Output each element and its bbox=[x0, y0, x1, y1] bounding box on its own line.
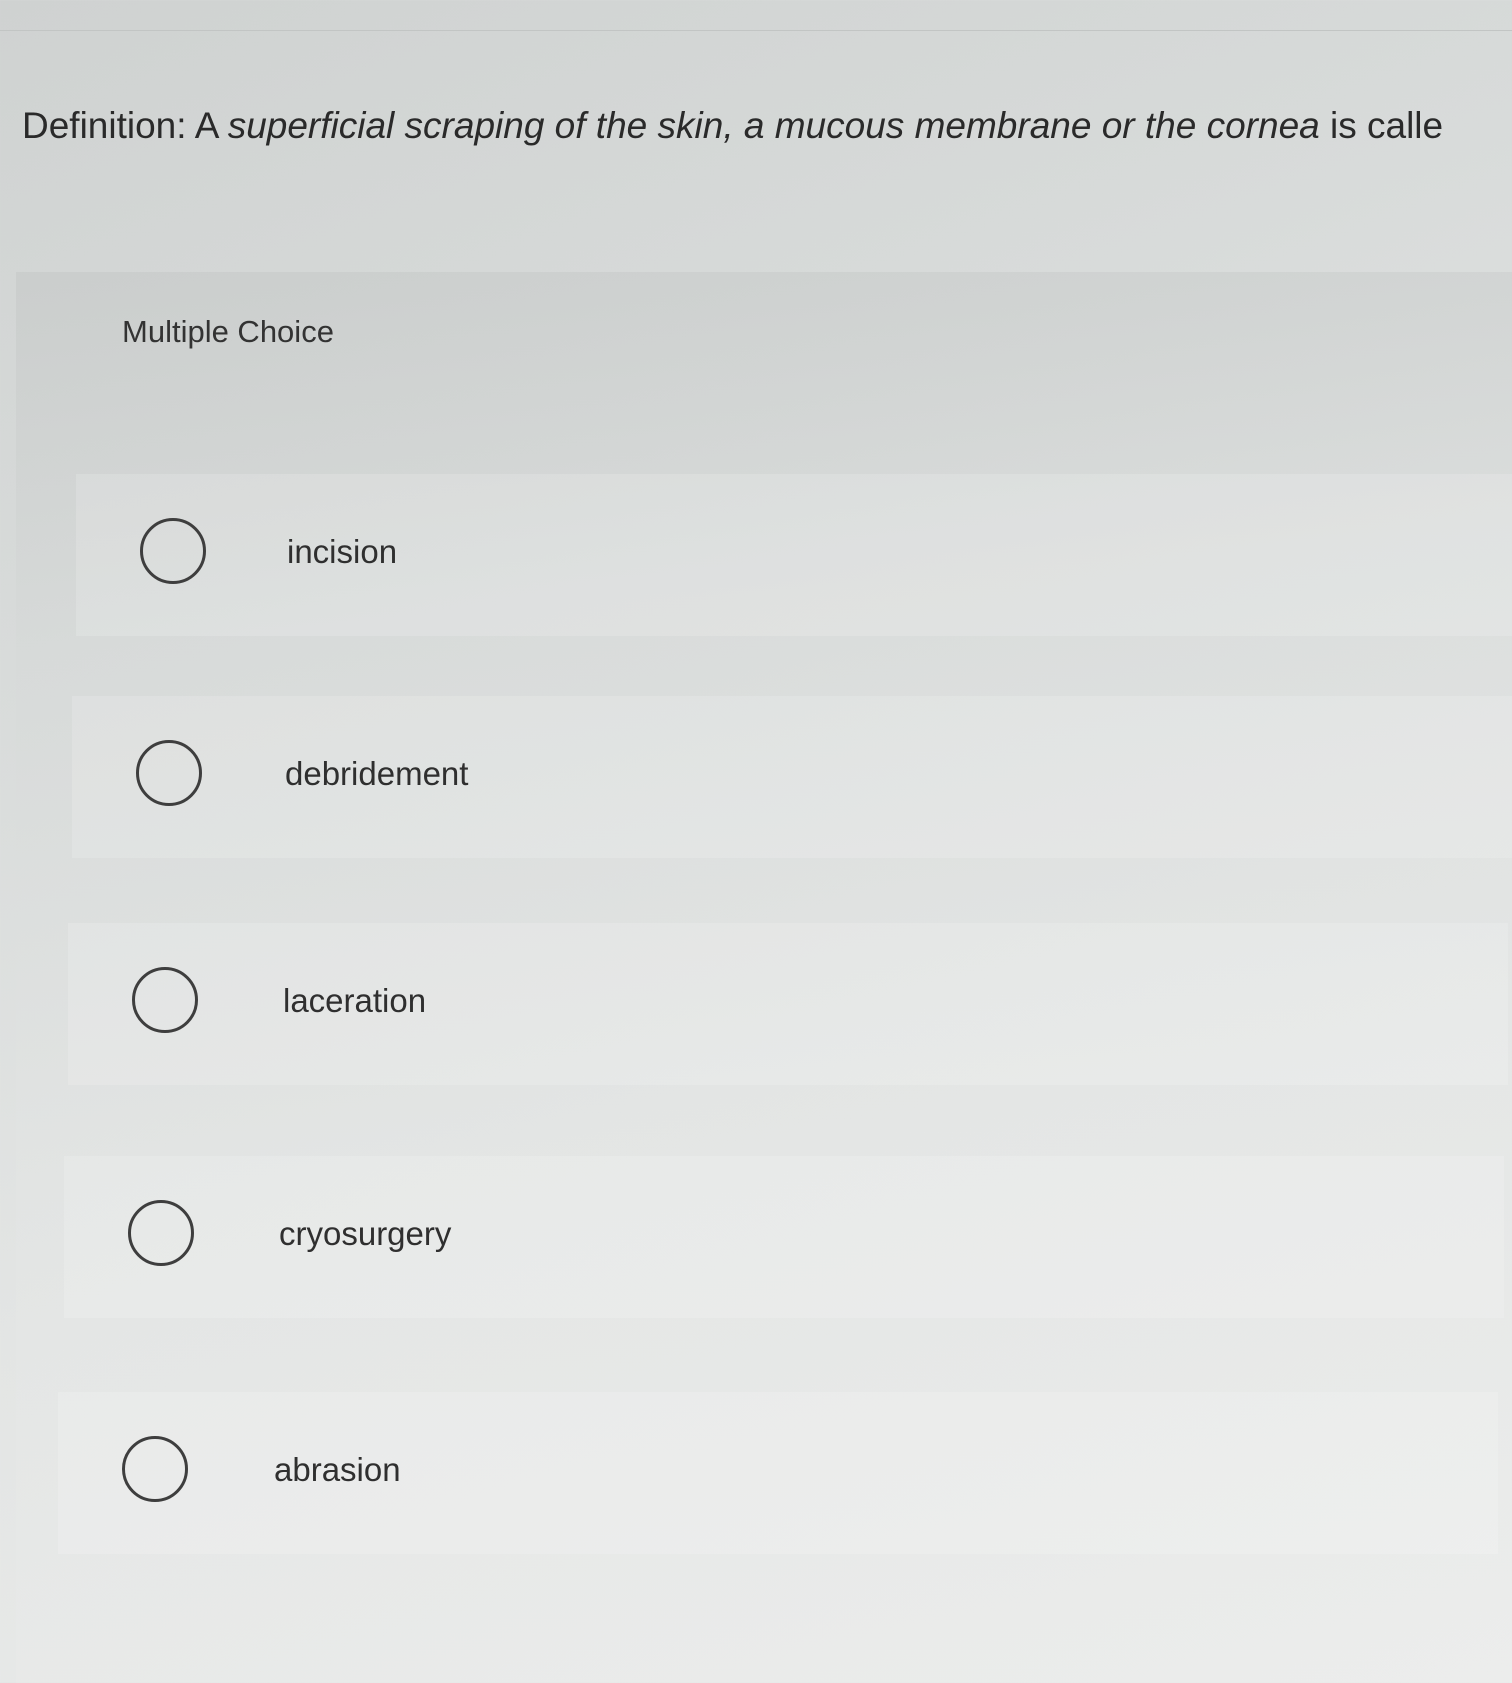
radio-button-icon[interactable] bbox=[136, 740, 202, 806]
answer-option-label: laceration bbox=[283, 982, 427, 1019]
answer-option-label: incision bbox=[287, 533, 398, 570]
answer-option[interactable]: laceration bbox=[68, 923, 1508, 1085]
answer-option-label: abrasion bbox=[274, 1451, 401, 1488]
answer-option[interactable]: abrasion bbox=[58, 1392, 1498, 1554]
question-definition-italic: superficial scraping of the skin, a muco… bbox=[227, 105, 1320, 146]
answer-option[interactable]: debridement bbox=[72, 696, 1512, 858]
radio-button-icon[interactable] bbox=[140, 518, 206, 584]
answer-option-label: cryosurgery bbox=[279, 1215, 452, 1252]
question-suffix: is calle bbox=[1319, 105, 1444, 146]
radio-button-icon[interactable] bbox=[128, 1200, 194, 1266]
top-divider bbox=[0, 30, 1512, 31]
radio-button-icon[interactable] bbox=[122, 1436, 188, 1502]
question-type-label: Multiple Choice bbox=[122, 314, 334, 349]
radio-button-icon[interactable] bbox=[132, 967, 198, 1033]
question-prompt: Definition: A superficial scraping of th… bbox=[22, 98, 1512, 154]
answer-option[interactable]: cryosurgery bbox=[64, 1156, 1504, 1318]
question-prefix: Definition: A bbox=[22, 105, 228, 146]
answer-option[interactable]: incision bbox=[76, 474, 1512, 636]
answer-option-label: debridement bbox=[285, 755, 469, 792]
